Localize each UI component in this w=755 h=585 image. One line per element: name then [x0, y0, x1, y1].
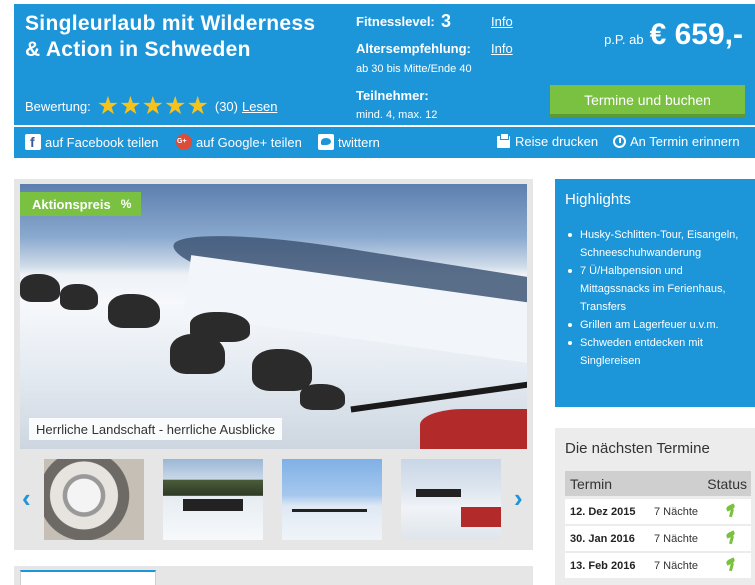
date-cell: 13. Feb 2016 — [570, 560, 636, 572]
google-plus-icon — [176, 134, 192, 150]
twitter-share-label: twittern — [338, 134, 380, 150]
sled-shape — [350, 381, 527, 413]
facebook-icon — [25, 134, 41, 151]
table-row[interactable]: 13. Feb 2016 7 Nächte — [565, 553, 751, 578]
age-info-link[interactable]: Info — [491, 41, 513, 56]
date-cell: 30. Jan 2016 — [570, 533, 635, 545]
rating: Bewertung: ★ ★ ★ ★ ★ (30) Lesen — [25, 91, 277, 120]
sled-shape — [420, 409, 527, 449]
thumb-shape — [416, 489, 461, 497]
star-icon: ★ — [164, 91, 187, 120]
rating-count: (30) — [214, 98, 238, 114]
dates-title: Die nächsten Termine — [565, 440, 710, 457]
thumb-shape — [461, 507, 501, 527]
age-row: Altersempfehlung: — [356, 41, 471, 56]
col-termin: Termin — [570, 476, 613, 492]
read-reviews-link[interactable]: Lesen — [242, 99, 277, 114]
photo-caption: Herrliche Landschaft - herrliche Ausblic… — [29, 418, 283, 440]
price: € 659,- — [649, 18, 743, 51]
age-label: Altersempfehlung: — [356, 41, 471, 56]
facebook-share-label: auf Facebook teilen — [45, 134, 159, 150]
highlights-title: Highlights — [565, 191, 631, 208]
promo-badge: Aktionspreis % — [20, 192, 142, 216]
share-bar: auf Facebook teilen auf Google+ teilen t… — [14, 127, 755, 158]
print-link[interactable]: Reise drucken — [497, 132, 599, 149]
dates-box: Die nächsten Termine Termin Status 12. D… — [555, 428, 755, 585]
dates-table-header: Termin Status — [565, 471, 751, 496]
percent-icon: % — [120, 197, 132, 211]
facebook-share-link[interactable]: auf Facebook teilen — [25, 134, 159, 151]
highlights-box: Highlights Husky-Schlitten-Tour, Eisange… — [555, 179, 755, 407]
list-item: Grillen am Lagerfeuer u.v.m. — [567, 316, 751, 334]
promo-badge-label: Aktionspreis — [32, 196, 111, 212]
date-cell: 12. Dez 2015 — [570, 506, 636, 518]
printer-icon — [497, 132, 510, 148]
thumbnail[interactable] — [282, 459, 382, 540]
participants-label: Teilnehmer: — [356, 88, 429, 103]
thumb-shape — [183, 499, 243, 511]
google-share-label: auf Google+ teilen — [196, 134, 302, 150]
participants-value: mind. 4, max. 12 — [356, 109, 438, 121]
dog-shape — [300, 384, 345, 410]
list-item: Schweden entdecken mit Singlereisen — [567, 334, 751, 370]
fitness-info-link[interactable]: Info — [491, 14, 513, 29]
star-icon: ★ — [141, 91, 165, 120]
status-available-icon — [725, 559, 739, 572]
clock-icon — [613, 135, 626, 148]
star-icon: ★ — [96, 91, 120, 120]
dog-shape — [190, 312, 250, 342]
status-available-icon — [725, 505, 739, 518]
price-area: p.P. ab € 659,- — [604, 18, 743, 52]
google-share-link[interactable]: auf Google+ teilen — [176, 134, 302, 150]
dog-shape — [108, 294, 160, 328]
next-arrow-icon[interactable]: › — [514, 485, 526, 511]
dog-shape — [252, 349, 312, 391]
nights-cell: 7 Nächte — [654, 533, 699, 545]
trip-header: Singleurlaub mit Wilderness & Action in … — [14, 4, 755, 125]
star-icon: ★ — [186, 91, 209, 120]
twitter-share-link[interactable]: twittern — [318, 134, 380, 150]
status-available-icon — [725, 532, 739, 545]
photo-gallery: Aktionspreis % Herrliche Landschaft - he… — [14, 179, 533, 550]
dog-shape — [60, 284, 98, 310]
remind-link[interactable]: An Termin erinnern — [613, 134, 740, 149]
rating-stars: ★ ★ ★ ★ ★ — [96, 91, 209, 120]
fitness-label: Fitnesslevel: — [356, 14, 435, 29]
nights-cell: 7 Nächte — [654, 560, 699, 572]
book-button[interactable]: Termine und buchen — [550, 85, 745, 117]
twitter-icon — [318, 134, 334, 150]
list-item: Husky-Schlitten-Tour, Eisangeln, Schnees… — [567, 226, 751, 262]
thumb-shape — [292, 509, 367, 512]
thumbnail[interactable] — [163, 459, 263, 540]
list-item: 7 Ü/Halbpension und Mittagssnacks im Fer… — [567, 262, 751, 316]
thumbnail[interactable] — [44, 459, 144, 540]
star-icon: ★ — [119, 91, 142, 120]
col-status: Status — [707, 476, 747, 492]
remind-label: An Termin erinnern — [630, 134, 740, 149]
trip-title: Singleurlaub mit Wilderness & Action in … — [25, 12, 316, 61]
price-prefix: p.P. ab — [604, 32, 644, 47]
table-row[interactable]: 30. Jan 2016 7 Nächte — [565, 526, 751, 551]
nights-cell: 7 Nächte — [654, 506, 699, 518]
rating-label: Bewertung: — [25, 98, 91, 114]
highlights-list: Husky-Schlitten-Tour, Eisangeln, Schnees… — [567, 226, 751, 370]
main-photo[interactable] — [20, 184, 527, 449]
dog-shape — [20, 274, 60, 302]
print-label: Reise drucken — [515, 134, 599, 149]
fitness-value: 3 — [441, 11, 452, 31]
participants-row: Teilnehmer: — [356, 88, 429, 103]
tab-active[interactable] — [20, 570, 156, 585]
table-row[interactable]: 12. Dez 2015 7 Nächte — [565, 499, 751, 524]
fitness-row: Fitnesslevel: 3 — [356, 11, 451, 31]
thumbnail[interactable] — [401, 459, 501, 540]
prev-arrow-icon[interactable]: ‹ — [22, 485, 34, 511]
age-value: ab 30 bis Mitte/Ende 40 — [356, 63, 472, 75]
